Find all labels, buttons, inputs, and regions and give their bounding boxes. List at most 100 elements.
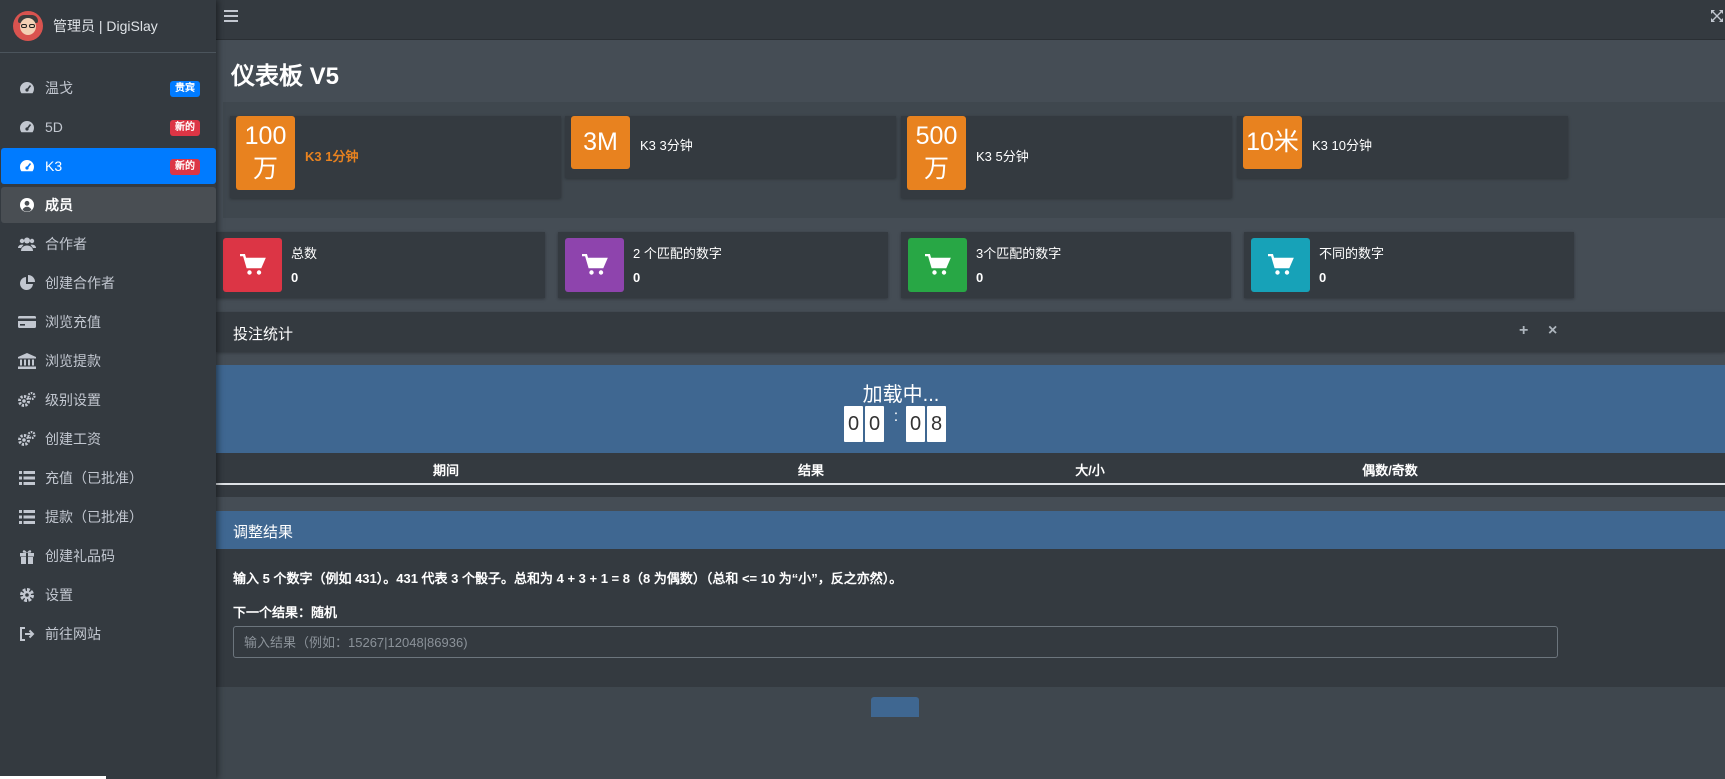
- sidebar-item-create-salary[interactable]: 创建工资: [1, 421, 215, 457]
- stat-label: 2 个匹配的数字: [633, 246, 722, 261]
- table-header-period: 期间: [432, 463, 459, 478]
- sidebar-item-label: 温戈: [45, 80, 73, 96]
- tachometer-icon: [18, 79, 36, 97]
- close-icon[interactable]: ×: [1548, 322, 1557, 340]
- list-icon: [18, 469, 36, 487]
- sidebar-item-label: 合作者: [45, 236, 87, 252]
- timer-colon: :: [893, 408, 899, 425]
- sidebar-item-label: 浏览充值: [45, 314, 101, 330]
- game-card-icon: 10米: [1243, 116, 1302, 169]
- game-card-k3-1min[interactable]: 100万 K3 1分钟: [230, 116, 561, 198]
- cart-icon: [908, 238, 967, 292]
- sidebar: 管理员 | DigiSlay 温戈 贵宾 5D 新的 K3 新的 成员 合作者 …: [0, 0, 216, 779]
- sidebar-item-members[interactable]: 成员: [1, 187, 216, 223]
- table-header-result: 结果: [797, 463, 824, 478]
- sidebar-item-go-to-website[interactable]: 前往网站: [1, 616, 215, 652]
- sidebar-item-label: 浏览提款: [45, 353, 101, 369]
- timer-digit: 0: [865, 406, 884, 442]
- timer-digit: 0: [906, 406, 925, 442]
- game-card-k3-3min[interactable]: 3M K3 3分钟: [565, 116, 896, 178]
- new-badge: 新的: [170, 120, 200, 136]
- sidebar-item-recharge-approved[interactable]: 充值（已批准）: [1, 460, 215, 496]
- sidebar-nav: 温戈 贵宾 5D 新的 K3 新的 成员 合作者 创建合作者 浏览充值 浏览提款…: [0, 53, 216, 652]
- adjust-description: 输入 5 个数字（例如 431）。431 代表 3 个骰子。总和为 4 + 3 …: [233, 571, 903, 586]
- cart-icon: [1251, 238, 1310, 292]
- top-navbar: [216, 0, 1725, 40]
- content-wrapper: 仪表板 V5 100万 K3 1分钟 3M K3 3分钟 500万 K3 5分钟…: [216, 40, 1725, 779]
- loading-text: 加载中...: [862, 384, 940, 406]
- menu-toggle-icon[interactable]: [224, 10, 238, 22]
- stat-value: 0: [633, 270, 641, 285]
- game-card-icon: 500万: [907, 116, 966, 190]
- credit-card-icon: [18, 313, 36, 331]
- gift-icon: [18, 547, 36, 565]
- sidebar-item-5d[interactable]: 5D 新的: [1, 109, 215, 145]
- sidebar-item-label: 级别设置: [45, 392, 101, 408]
- bet-stats-title: 投注统计: [233, 326, 294, 343]
- sidebar-item-label: 创建礼品码: [45, 548, 115, 564]
- sidebar-item-label: 充值（已批准）: [45, 470, 143, 486]
- page-title: 仪表板 V5: [231, 63, 340, 90]
- result-input[interactable]: [233, 626, 1558, 658]
- game-cards-row: 100万 K3 1分钟 3M K3 3分钟 500万 K3 5分钟 10米 K3…: [223, 102, 1725, 218]
- stat-value: 0: [1319, 270, 1327, 285]
- bank-icon: [18, 352, 36, 370]
- stat-value: 0: [291, 270, 299, 285]
- game-card-k3-5min[interactable]: 500万 K3 5分钟: [901, 116, 1232, 198]
- sidebar-item-create-gift-code[interactable]: 创建礼品码: [1, 538, 215, 574]
- table-header-divider: [216, 483, 1725, 485]
- game-card-k3-10min[interactable]: 10米 K3 10分钟: [1237, 116, 1568, 178]
- game-card-icon: 3M: [571, 116, 630, 169]
- brand-link[interactable]: 管理员 | DigiSlay: [0, 0, 216, 53]
- sidebar-item-withdraw-approved[interactable]: 提款（已批准）: [1, 499, 215, 535]
- tachometer-icon: [18, 118, 36, 136]
- sidebar-item-wingo[interactable]: 温戈 贵宾: [1, 70, 215, 106]
- vip-badge: 贵宾: [170, 81, 200, 97]
- game-card-label: K3 5分钟: [976, 149, 1029, 164]
- brand-title: 管理员 | DigiSlay: [53, 18, 158, 34]
- fullscreen-icon[interactable]: [1711, 9, 1723, 22]
- countdown-timer: 0 0 : 0 8: [844, 405, 948, 443]
- cart-icon: [565, 238, 624, 292]
- sidebar-item-label: 提款（已批准）: [45, 509, 143, 525]
- table-header-big-small: 大/小: [1075, 463, 1105, 478]
- sidebar-item-label: 成员: [45, 197, 73, 213]
- admin-avatar: [13, 11, 43, 41]
- sidebar-item-browse-recharge[interactable]: 浏览充值: [1, 304, 215, 340]
- stat-label: 不同的数字: [1319, 246, 1385, 261]
- card-footer: [216, 687, 1725, 779]
- stat-label: 总数: [291, 246, 318, 261]
- sidebar-item-browse-withdraw[interactable]: 浏览提款: [1, 343, 215, 379]
- sidebar-item-create-partner[interactable]: 创建合作者: [1, 265, 215, 301]
- sidebar-item-partners[interactable]: 合作者: [1, 226, 215, 262]
- results-table: 期间 结果 大/小 偶数/奇数: [216, 453, 1725, 497]
- game-card-icon: 100万: [236, 116, 295, 190]
- cogs-icon: [18, 391, 36, 409]
- game-card-label: K3 10分钟: [1312, 138, 1372, 153]
- sidebar-item-k3[interactable]: K3 新的: [1, 148, 216, 184]
- adjust-result-body: 输入 5 个数字（例如 431）。431 代表 3 个骰子。总和为 4 + 3 …: [216, 549, 1725, 687]
- game-card-label: K3 3分钟: [640, 138, 693, 153]
- stat-card-three-matches: 3个匹配的数字 0: [901, 232, 1231, 298]
- sidebar-item-label: 前往网站: [45, 626, 101, 642]
- game-card-label: K3 1分钟: [305, 149, 359, 164]
- sidebar-item-label: 创建合作者: [45, 275, 115, 291]
- sidebar-item-label: K3: [45, 158, 63, 174]
- sidebar-item-label: 创建工资: [45, 431, 101, 447]
- stat-label: 3个匹配的数字: [976, 246, 1062, 261]
- users-icon: [18, 235, 36, 253]
- next-result-label: 下一个结果：随机: [233, 605, 338, 620]
- gear-icon: [18, 586, 36, 604]
- adjust-result-header: 调整结果: [216, 511, 1725, 549]
- collapse-plus-icon[interactable]: +: [1519, 322, 1528, 340]
- sidebar-item-label: 设置: [45, 587, 73, 603]
- sidebar-item-settings[interactable]: 设置: [1, 577, 215, 613]
- pie-chart-icon: [18, 274, 36, 292]
- cart-icon: [223, 238, 282, 292]
- timer-digit: 0: [844, 406, 863, 442]
- submit-button[interactable]: [871, 697, 919, 717]
- stat-value: 0: [976, 270, 984, 285]
- cogs-icon: [18, 430, 36, 448]
- adjust-result-title: 调整结果: [233, 524, 294, 541]
- sidebar-item-level-settings[interactable]: 级别设置: [1, 382, 215, 418]
